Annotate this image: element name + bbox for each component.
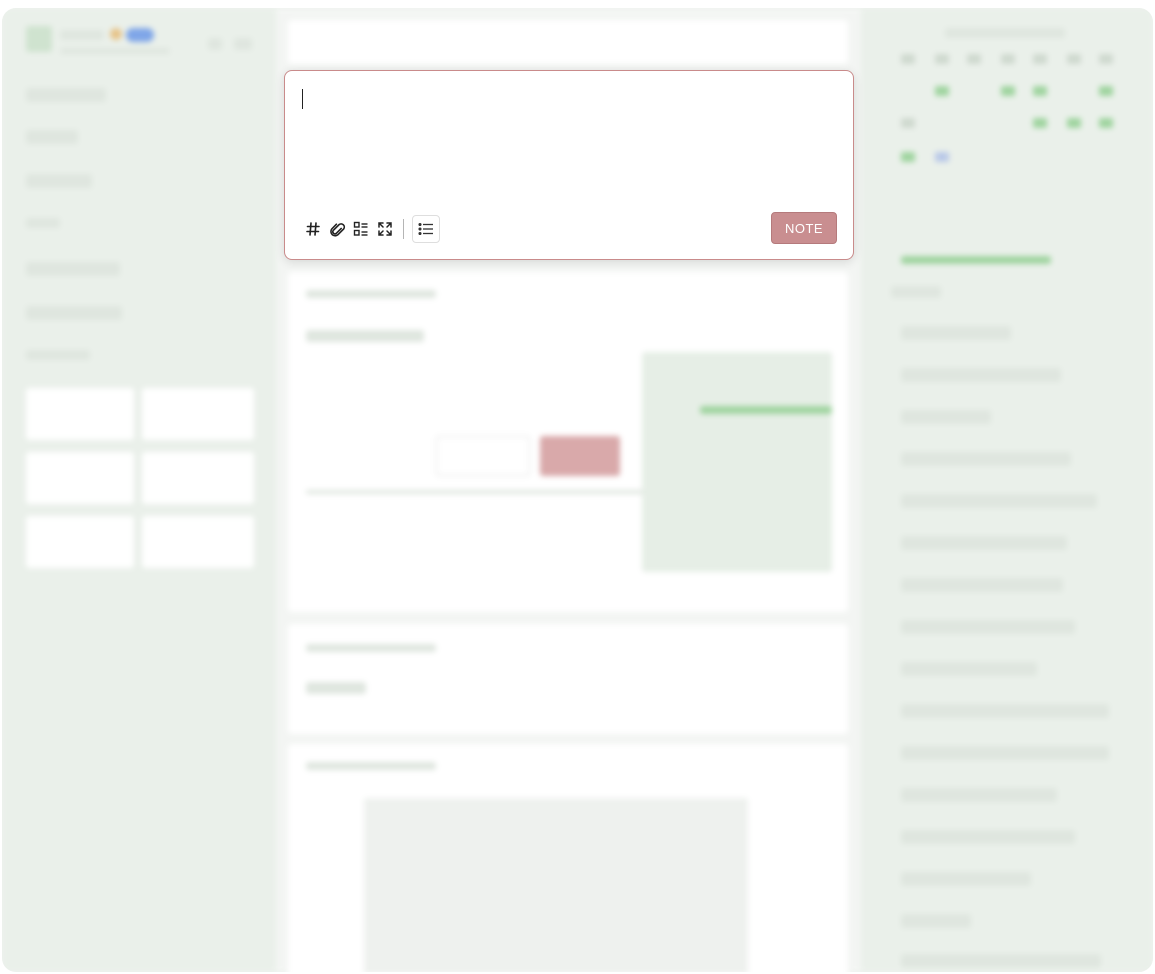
note-submit-button[interactable]: NOTE	[771, 212, 837, 244]
bullet-list-icon[interactable]	[412, 215, 440, 243]
expand-icon[interactable]	[373, 217, 397, 241]
toolbar-divider	[403, 219, 404, 239]
note-content[interactable]	[301, 87, 837, 197]
editor-toolbar	[301, 215, 440, 243]
checklist-icon[interactable]	[349, 217, 373, 241]
note-editor[interactable]: NOTE	[284, 70, 854, 260]
hash-icon[interactable]	[301, 217, 325, 241]
paperclip-icon[interactable]	[325, 217, 349, 241]
right-column	[861, 8, 1153, 972]
sidebar	[2, 8, 276, 972]
